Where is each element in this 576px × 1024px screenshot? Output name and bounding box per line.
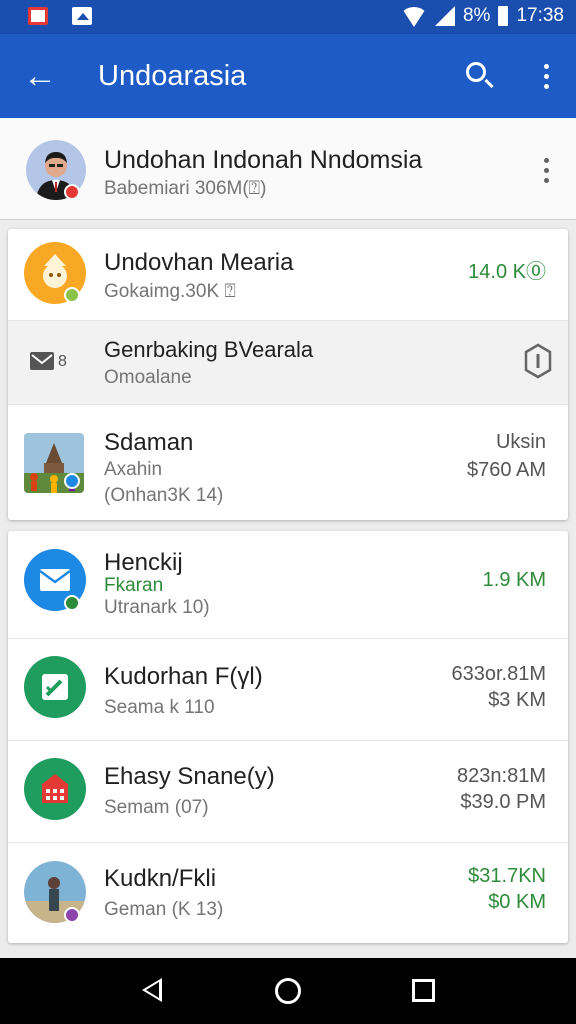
item-title: Genrbaking BVearala — [104, 337, 314, 362]
item-amount: 633or.81M — [451, 663, 546, 685]
clock: 17:38 — [516, 5, 564, 26]
item-amount-secondary: $3 KM — [488, 689, 546, 711]
item-title: Ehasy Snane(y) — [104, 763, 275, 790]
item-amount: 14.0 K⓪ — [468, 261, 546, 283]
list-item[interactable]: Kudorhan F(γl) Seama k 110 633or.81M $3 … — [8, 639, 568, 741]
more-vert-icon[interactable] — [526, 56, 566, 96]
item-subtitle: Semam (07) — [104, 797, 209, 818]
list-item[interactable]: Sdaman Axahin (Onhan3K 14) Uksin $760 AM — [8, 405, 568, 520]
image-notification-icon — [72, 7, 92, 25]
status-badge — [64, 473, 80, 489]
svg-text:8: 8 — [58, 353, 67, 370]
search-icon[interactable] — [460, 56, 500, 96]
notification-app-icon — [28, 7, 48, 25]
item-subtitle: Utranark 10) — [104, 597, 210, 618]
item-subtitle: Gokaimg.30K ⍰ — [104, 281, 236, 302]
card-secondary: Henckij Fkaran Utranark 10) 1.9 KM Kudor… — [8, 531, 568, 943]
nav-recents-icon[interactable] — [412, 979, 435, 1002]
item-title: Undovhan Mearia — [104, 249, 294, 276]
item-subtitle: Geman (K 13) — [104, 899, 224, 920]
item-subtitle: Axahin — [104, 459, 163, 480]
profile-name: Undohan Indonah Nndomsia — [104, 146, 423, 174]
store-avatar — [24, 758, 86, 820]
item-amount-secondary: $760 AM — [467, 459, 546, 481]
item-amount-secondary: $0 KM — [488, 891, 546, 913]
list-item[interactable]: Henckij Fkaran Utranark 10) 1.9 KM — [8, 531, 568, 639]
item-amount-secondary: $39.0 PM — [460, 791, 546, 813]
list-item[interactable]: Undovhan Mearia Gokaimg.30K ⍰ 14.0 K⓪ — [8, 229, 568, 321]
signal-icon — [434, 6, 455, 26]
hexagon-info-icon[interactable] — [524, 343, 552, 379]
item-subtitle: Omoalane — [104, 367, 192, 388]
item-title: Sdaman — [104, 429, 194, 456]
status-bar: 8% 17:38 — [0, 0, 576, 34]
item-amount: 1.9 KM — [482, 569, 546, 591]
app-bar: ← Undoarasia — [0, 34, 576, 118]
item-subtitle-highlight: Fkaran — [104, 575, 164, 596]
battery-percent: 8% — [462, 5, 491, 26]
card-primary: Undovhan Mearia Gokaimg.30K ⍰ 14.0 K⓪ 8 … — [8, 229, 568, 520]
item-title: Henckij — [104, 549, 183, 576]
item-title: Kudkn/Fkli — [104, 865, 217, 892]
item-subtitle-secondary: (Onhan3K 14) — [104, 485, 224, 506]
profile-more-icon[interactable] — [526, 150, 566, 190]
status-badge — [64, 595, 80, 611]
nav-home-icon[interactable] — [275, 978, 301, 1004]
battery-icon — [498, 6, 509, 26]
nav-back-icon[interactable] — [142, 978, 162, 1002]
profile-header[interactable]: Undohan Indonah Nndomsia Babemiari 306M(… — [0, 118, 576, 220]
wifi-icon — [400, 7, 427, 27]
item-subtitle: Seama k 110 — [104, 697, 215, 718]
profile-subtitle: Babemiari 306M(⍰) — [104, 178, 267, 199]
status-badge — [64, 287, 80, 303]
item-amount: $31.7KN — [468, 865, 546, 887]
system-nav-bar — [0, 958, 576, 1024]
status-badge — [64, 184, 80, 200]
item-amount: 823n:81M — [457, 765, 546, 787]
back-arrow-icon[interactable]: ← — [20, 56, 60, 96]
app-title: Undoarasia — [98, 60, 247, 92]
mail-tag-icon: 8 — [30, 350, 67, 372]
list-item[interactable]: 8 Genrbaking BVearala Omoalane — [8, 321, 568, 405]
list-item[interactable]: Kudkn/Fkli Geman (K 13) $31.7KN $0 KM — [8, 843, 568, 943]
edit-avatar — [24, 656, 86, 718]
item-amount: Uksin — [495, 431, 546, 453]
status-badge — [64, 907, 80, 923]
list-item[interactable]: Ehasy Snane(y) Semam (07) 823n:81M $39.0… — [8, 741, 568, 843]
item-title: Kudorhan F(γl) — [104, 663, 263, 690]
